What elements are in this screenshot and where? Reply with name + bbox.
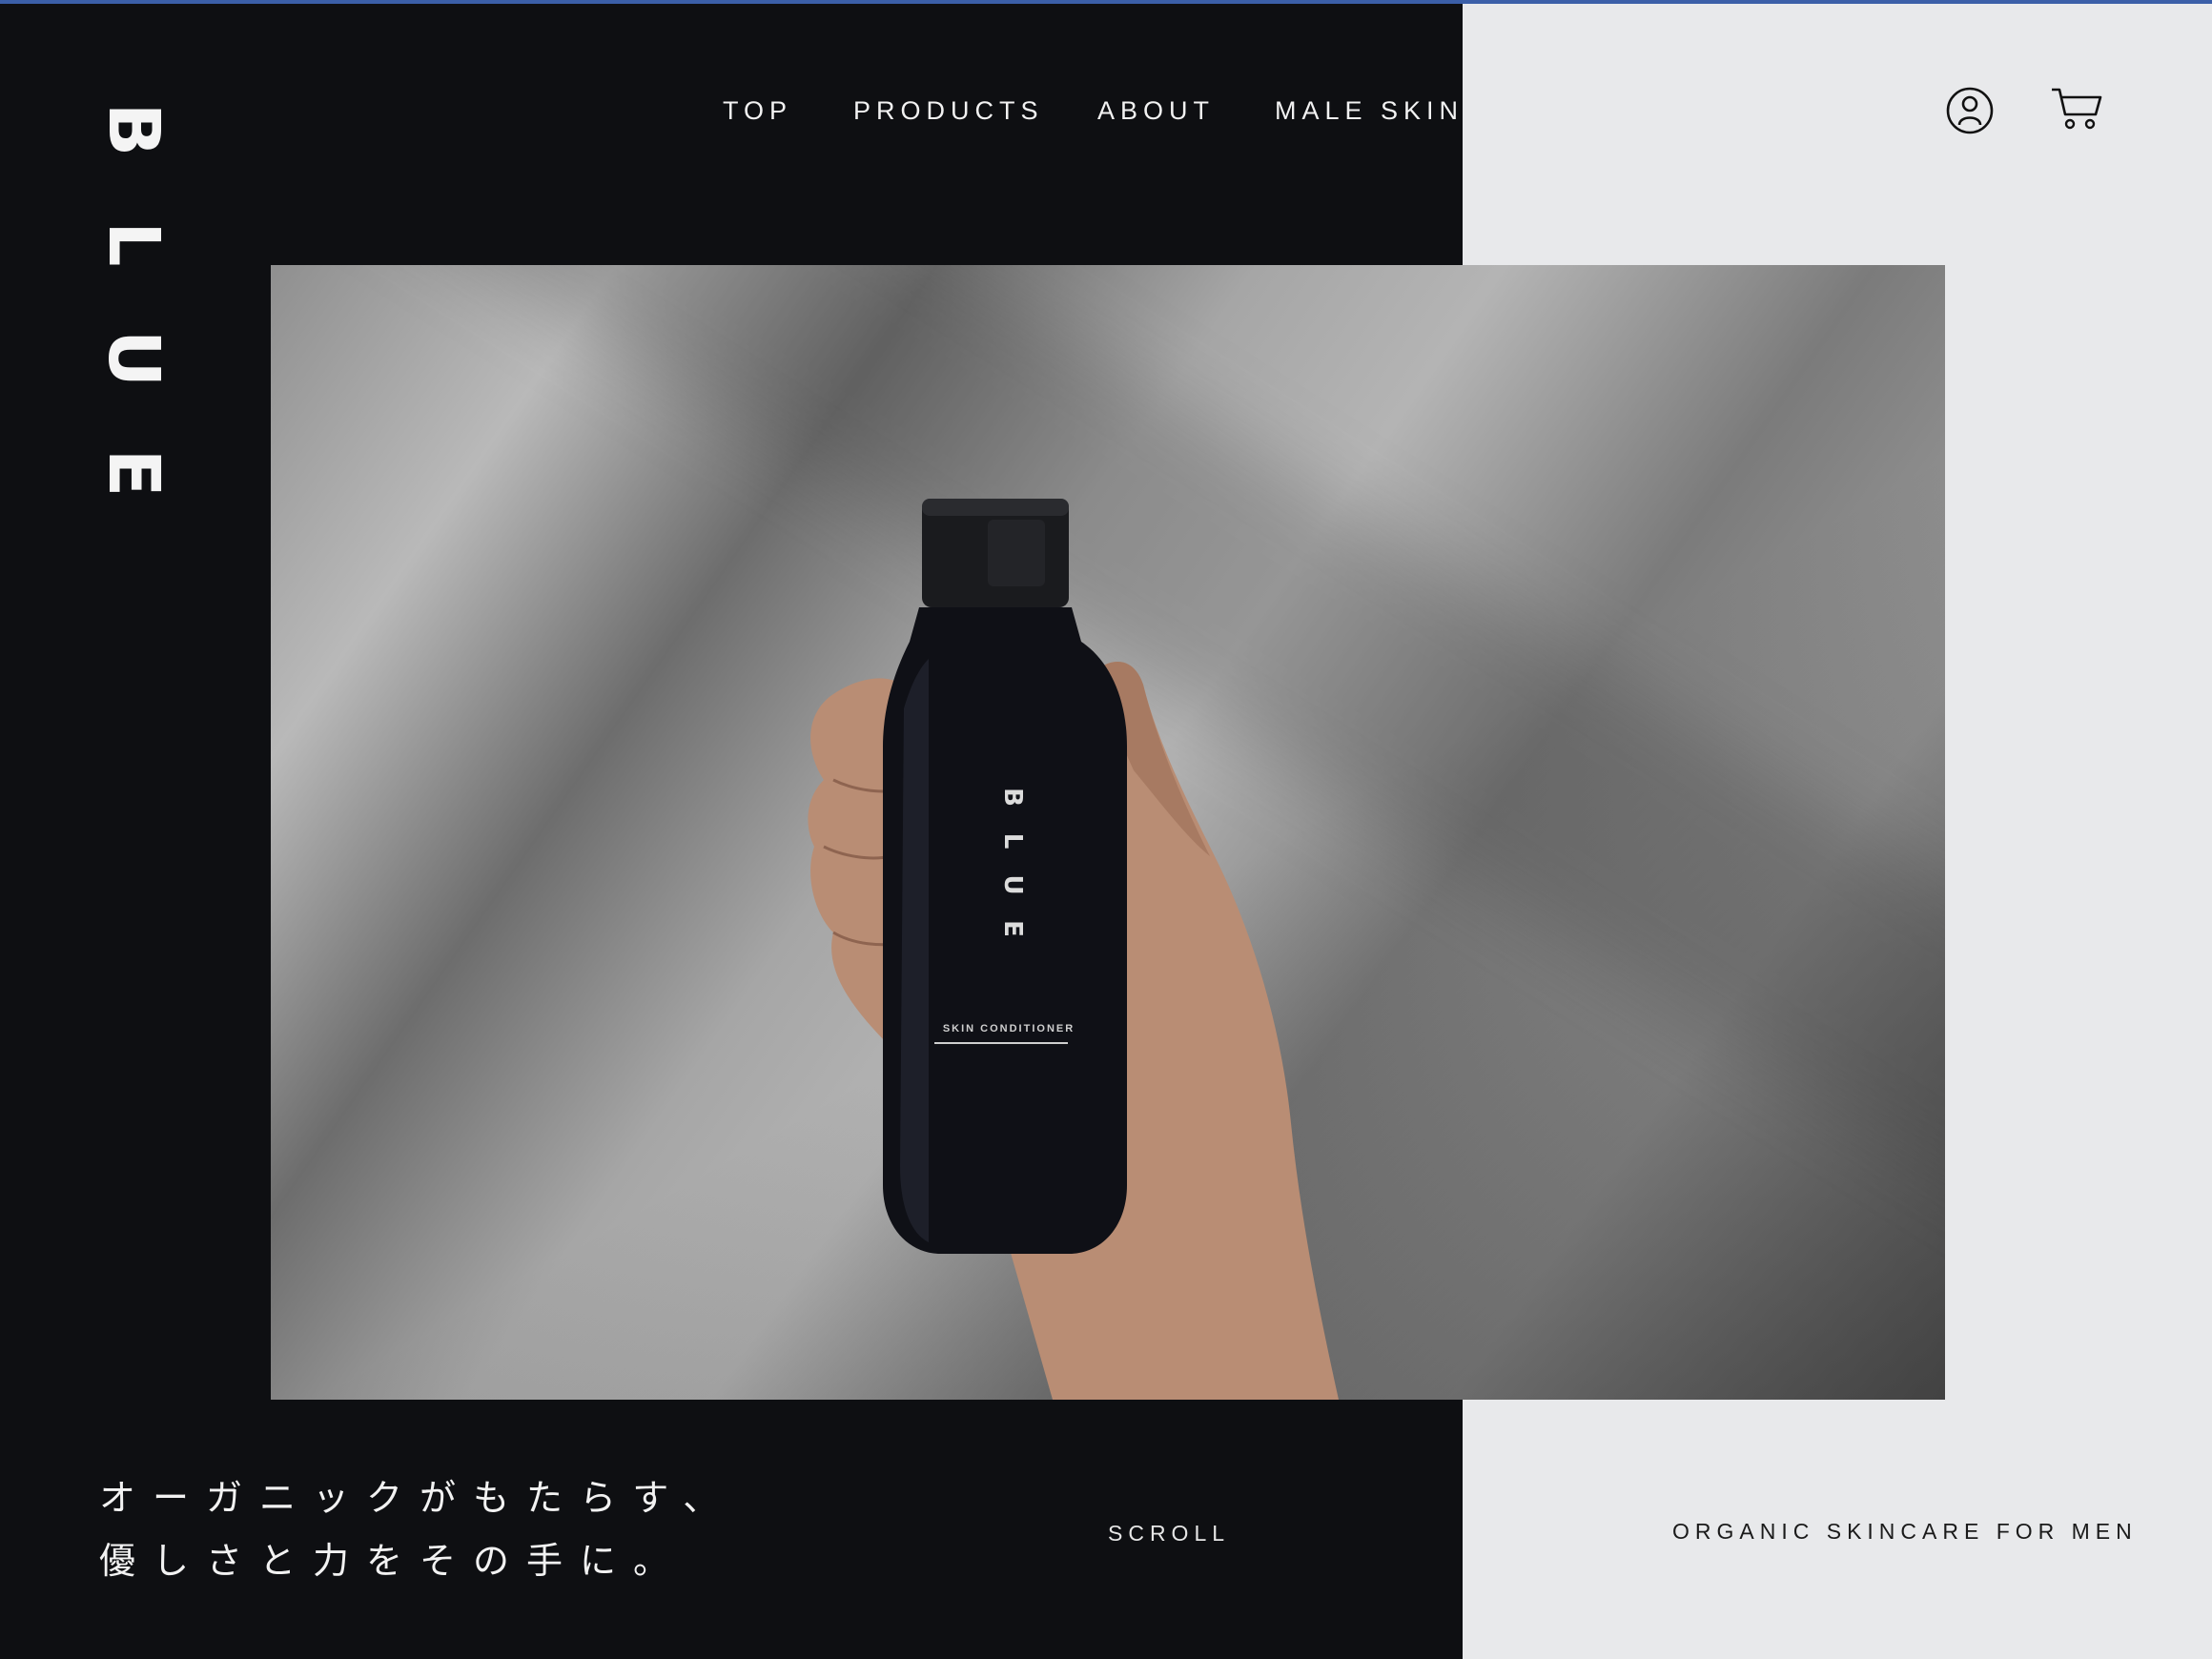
hero-copy: オーガニックがもたらす、 優しさと力をその手に。 <box>99 1466 736 1592</box>
brand-logo[interactable]: B L U E <box>92 84 174 519</box>
product-bottle: B L U E SKIN CONDITIONER <box>881 499 1129 1338</box>
hero-copy-line: オーガニックがもたらす、 <box>99 1477 737 1519</box>
logo-letter: E <box>92 448 174 498</box>
nav-item-about[interactable]: ABOUT <box>1097 92 1215 130</box>
bottle-brand-text: B L U E <box>998 788 1027 937</box>
hero-image: B L U E SKIN CONDITIONER <box>271 265 1945 1400</box>
logo-letter: B <box>92 102 174 157</box>
hero-copy-line: 優しさと力をその手に。 <box>99 1540 687 1582</box>
bottle-label: SKIN CONDITIONER <box>942 1023 1075 1034</box>
nav-item-male-skin[interactable]: MALE SKIN <box>1275 92 1464 130</box>
tagline: ORGANIC SKINCARE FOR MEN <box>1672 1519 2138 1544</box>
cart-icon[interactable] <box>2050 86 2103 132</box>
scroll-indicator[interactable]: SCROLL <box>1108 1521 1230 1546</box>
logo-letter: U <box>92 329 174 388</box>
nav-item-products[interactable]: PRODUCTS <box>853 92 1044 130</box>
logo-letter: L <box>92 221 174 267</box>
nav-item-top[interactable]: TOP <box>723 92 792 130</box>
user-account-icon[interactable] <box>1945 86 1995 135</box>
bottle-label-underline <box>934 1042 1068 1044</box>
